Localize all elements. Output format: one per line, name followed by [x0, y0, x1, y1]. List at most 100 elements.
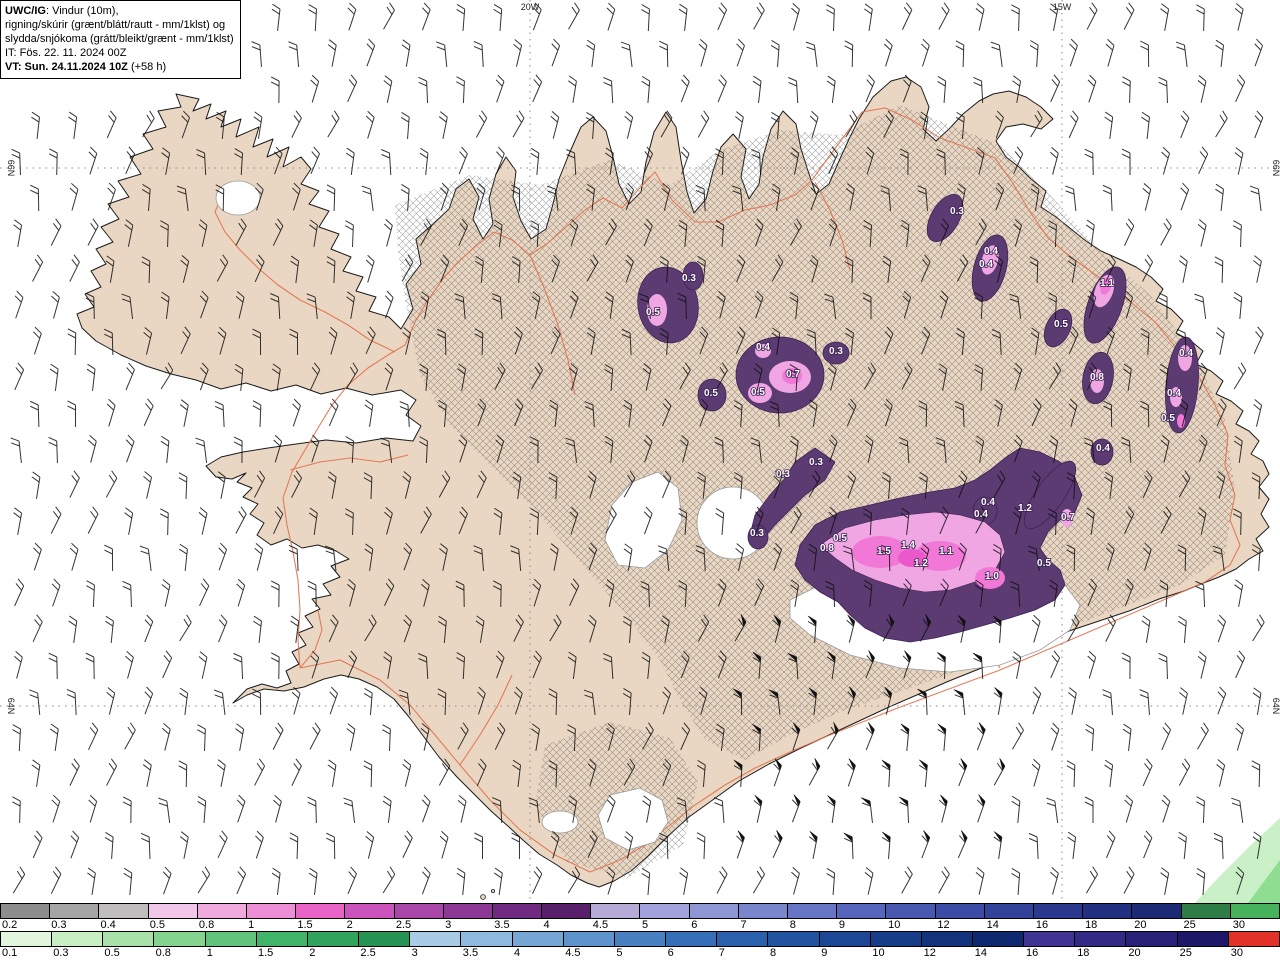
colorbar-tick-label: 14: [974, 947, 988, 959]
colorbar-tick-label: 1.5: [258, 947, 274, 959]
colorbar-tick-label: 3: [411, 947, 418, 959]
colorbar-cell: [52, 932, 104, 946]
glacier-drangajokull: [215, 180, 261, 216]
colorbar-cell: [837, 904, 887, 918]
colorbar-cell: [492, 904, 543, 918]
colorbar-cell: [512, 932, 564, 946]
precip-value-label: 0.5: [1054, 319, 1068, 330]
colorbar-cell: [935, 904, 985, 918]
colorbar-tick-label: 0.2: [2, 919, 18, 931]
colorbar-tick-label: 5: [616, 947, 623, 959]
title-box: UWC/IG: Vindur (10m), rigning/skúrir (gr…: [0, 0, 241, 79]
colorbar-cell: [591, 904, 641, 918]
weather-map-screen: 0.3 0.4 0.4 1.1 0.5 0.3 0.5 0.4 0.3 0.7 0.5 0.5 0.4 0…: [0, 0, 1280, 960]
colorbar-cell: [99, 904, 149, 918]
colorbar-tick-label: 5: [642, 919, 649, 931]
title-line-1: UWC/IG: Vindur (10m),: [5, 5, 119, 17]
colorbar-tick-label: 20: [1128, 947, 1141, 959]
precip-value-label: 1.4: [901, 540, 915, 551]
colorbar-cell: [666, 932, 718, 946]
colorbar-cell: [1230, 904, 1280, 918]
title-line-3: slydda/snjókoma (grátt/bleikt/grænt - mm…: [5, 33, 234, 45]
colorbar-tick-label: 4: [514, 947, 521, 959]
precip-value-label: 1.1: [939, 546, 953, 557]
colorbar-tick-label: 6: [667, 947, 674, 959]
colorbar-cell: [246, 904, 297, 918]
map-area: 0.3 0.4 0.4 1.1 0.5 0.3 0.5 0.4 0.3 0.7 0.5 0.5 0.4 0…: [0, 0, 1280, 903]
colorbar-cell: [205, 932, 257, 946]
colorbar-cell: [50, 904, 100, 918]
colorbar-cell: [972, 932, 1025, 946]
colorbar-tick-label: 7: [718, 947, 725, 959]
precip-value-label: 0.5: [833, 533, 847, 544]
precip-value-label: 0.5: [646, 307, 660, 318]
colorbar-tick-label: 4.5: [592, 919, 609, 931]
colorbar-rain-labels: 0.1 0.3 0.5 0.8 1 1.5 2 2.5 3 3.5 4 4.5 5 6 7 8 9 10 12 14 1…: [0, 947, 1280, 960]
colorbar-tick-label: 4.5: [565, 947, 581, 959]
model-name: UWC/IG: [5, 5, 46, 17]
colorbar-tick-label: 0.8: [198, 919, 215, 931]
colorbar-cell: [345, 904, 395, 918]
precip-value-label: 1.2: [1018, 503, 1032, 514]
precip-value-label: 0.3: [950, 206, 964, 217]
colorbar-tick-label: 10: [872, 947, 885, 959]
colorbar-cell: [0, 904, 51, 918]
precip-value-label: 0.4: [981, 497, 995, 508]
colorbar-cell: [154, 932, 206, 946]
colorbar-tick-label: 2: [346, 919, 353, 931]
colorbar-cell: [886, 904, 936, 918]
colorbar-cell: [1126, 932, 1178, 946]
colorbar-cell: [410, 932, 462, 946]
longitude-label: 15W: [1053, 2, 1072, 12]
colorbar-cell: [1083, 904, 1133, 918]
colorbar-cell: [296, 904, 346, 918]
colorbar-cell: [788, 904, 838, 918]
title-line-2: rigning/skúrir (grænt/blátt/rautt - mm/1…: [5, 19, 226, 31]
colorbar-tick-label: 1.5: [297, 919, 313, 931]
colorbar-cell: [1228, 932, 1280, 946]
latitude-label: 64N: [1271, 698, 1280, 715]
precip-value-label: 1.2: [914, 558, 928, 569]
colorbar-cell: [921, 932, 973, 946]
colorbar-tick-label: 18: [1085, 919, 1098, 931]
colorbar-sleet-snow: [0, 903, 1280, 919]
latitude-label: 64N: [6, 698, 16, 715]
precip-value-label: 0.4: [1096, 443, 1110, 454]
colorbar-sleet-snow-labels: 0.2 0.3 0.4 0.5 0.8 1 1.5 2 2.5 3 3.5 4 4.5 5 6 7 8 9 10 12…: [0, 919, 1280, 931]
colorbar-tick-label: 2.5: [395, 919, 412, 931]
precip-value-label: 0.3: [682, 273, 696, 284]
colorbar-tick-label: 14: [986, 919, 999, 931]
colorbar-tick-label: 0.5: [104, 947, 120, 959]
colorbar-cell: [689, 904, 739, 918]
colorbar-cell: [563, 932, 615, 946]
colorbar-cell: [640, 904, 690, 918]
precip-value-label: 0.4: [1167, 388, 1181, 399]
colorbar-cell: [738, 904, 788, 918]
colorbar-tick-label: 12: [937, 919, 950, 931]
precip-value-label: 0.4: [984, 246, 998, 257]
precip-value-label: 0.4: [974, 509, 988, 520]
colorbar-cell: [394, 904, 444, 918]
precip-value-label: 0.3: [776, 469, 790, 480]
precip-value-label: 0.5: [751, 387, 765, 398]
colorbar-tick-label: 2.5: [360, 947, 376, 959]
valid-time: VT: Sun. 24.11.2024 10Z (+58 h): [5, 61, 167, 73]
colorbar-cell: [1132, 904, 1182, 918]
colorbar-tick-label: 20: [1134, 919, 1147, 931]
precip-value-label: 1.1: [1100, 278, 1114, 289]
colorbar-cell: [0, 932, 53, 946]
init-time: IT: Fös. 22. 11. 2024 00Z: [5, 47, 127, 59]
colorbar-tick-label: 0.3: [51, 919, 67, 931]
precip-value-label: 0.8: [820, 543, 834, 554]
precip-value-label: 0.4: [979, 259, 993, 270]
colorbar-cell: [256, 932, 308, 946]
colorbar-tick-label: 3: [445, 919, 452, 931]
precip-value-label: 0.5: [704, 388, 718, 399]
colorbar-tick-label: 1: [206, 947, 213, 959]
longitude-label: 20W: [521, 2, 540, 12]
colorbar-tick-label: 0.1: [2, 947, 18, 959]
colorbar-tick-label: 8: [770, 947, 777, 959]
colorbar-cell: [819, 932, 871, 946]
colorbar-cell: [1075, 932, 1127, 946]
precip-value-label: 1.0: [985, 571, 999, 582]
